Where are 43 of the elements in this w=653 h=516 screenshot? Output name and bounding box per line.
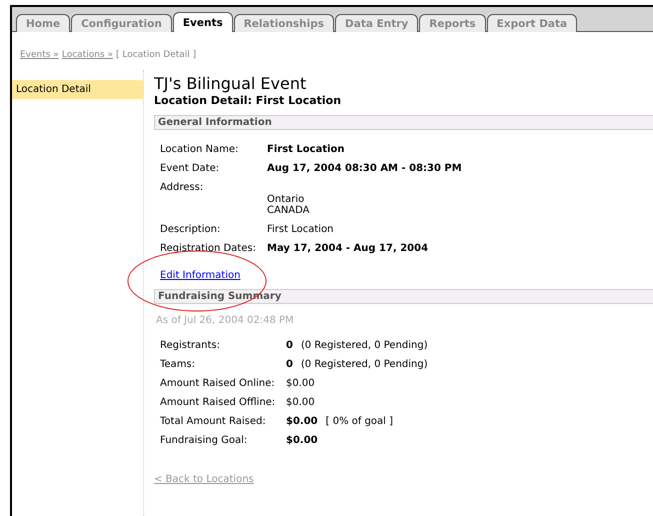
tab[interactable]: Relationships [234, 14, 334, 32]
tab[interactable]: Home [16, 14, 70, 32]
field-label: Amount Raised Offline: [160, 397, 276, 408]
tab[interactable]: Export Data [486, 14, 578, 32]
breadcrumb-link[interactable]: Events » [20, 50, 59, 60]
tab[interactable]: Reports [419, 14, 486, 32]
field-note: (0 Registered, 0 Pending) [300, 359, 428, 370]
timestamp: As of Jul 26, 2004 02:48 PM [155, 314, 295, 326]
field-value: First Location [267, 224, 335, 235]
field-label: Teams: [160, 359, 196, 370]
field-label: Event Date: [160, 163, 220, 174]
breadcrumb-current: [ Location Detail ] [116, 50, 196, 60]
edit-information-link[interactable]: Edit Information [160, 270, 240, 281]
field-value: First Location [267, 144, 346, 155]
tab[interactable]: Events [172, 12, 233, 32]
field-label: Fundraising Goal: [160, 435, 248, 446]
field-note: [ 0% of goal ] [326, 416, 394, 427]
field-label: Total Amount Raised: [160, 416, 267, 427]
tab[interactable]: Data Entry [335, 14, 418, 32]
field-value: Ontario [267, 194, 306, 205]
field-value: 0 [286, 340, 293, 351]
field-label: Registrants: [160, 340, 221, 351]
field-value: May 17, 2004 - Aug 17, 2004 [267, 243, 430, 254]
field-value: $0.00 [286, 378, 315, 389]
sidebar-item[interactable]: Location Detail [12, 80, 143, 99]
field-label: Address: [160, 182, 204, 195]
field-value: 0 [286, 359, 293, 370]
field-label: Registration Dates: [160, 243, 257, 254]
page-title: TJ's Bilingual Event [154, 74, 308, 94]
back-link[interactable]: < Back to Locations [154, 474, 254, 485]
field-value: Aug 17, 2004 08:30 AM - 08:30 PM [267, 163, 463, 174]
field-value: $0.00 [286, 397, 315, 408]
section-header: General Information [154, 115, 653, 130]
field-note: (0 Registered, 0 Pending) [300, 340, 428, 351]
field-value: $0.00 [286, 416, 318, 427]
field-label: Amount Raised Online: [160, 378, 276, 389]
field-value: $0.00 [286, 435, 318, 446]
field-label: Description: [160, 224, 222, 235]
tab[interactable]: Configuration [71, 14, 172, 32]
breadcrumb-link[interactable]: Locations » [62, 50, 113, 60]
field-value: CANADA [267, 205, 311, 216]
field-label: Location Name: [160, 144, 240, 155]
page-subtitle: Location Detail: First Location [154, 94, 342, 107]
